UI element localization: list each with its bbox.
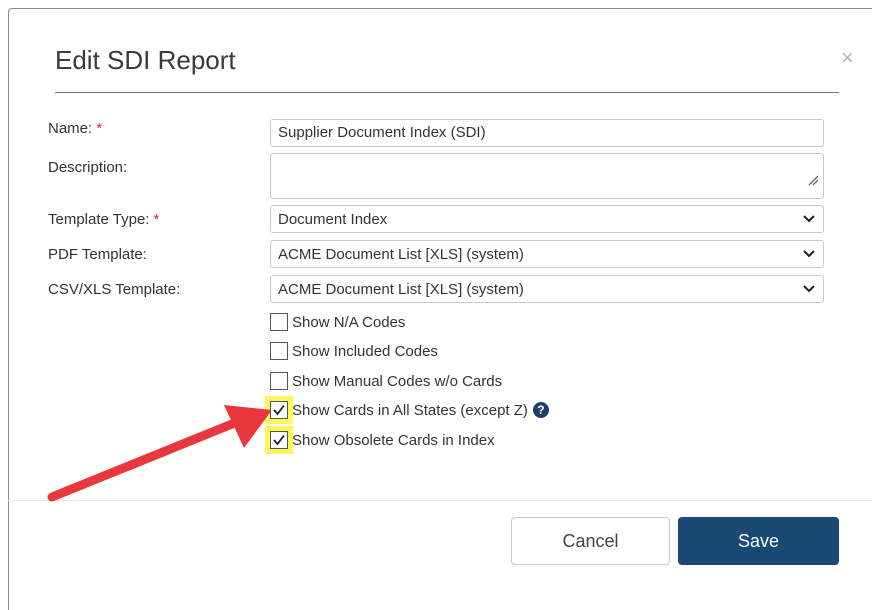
footer-area: Cancel Save: [8, 8, 872, 610]
checkbox[interactable]: [270, 313, 288, 331]
checkbox-box: [270, 401, 288, 419]
checkbox-checked[interactable]: [265, 396, 293, 424]
cancel-button[interactable]: Cancel: [511, 517, 670, 565]
check-icon: [273, 404, 285, 416]
checkbox[interactable]: [270, 342, 288, 360]
check-icon: [273, 434, 285, 446]
checkbox-box: [270, 342, 288, 360]
checkbox-checked[interactable]: [265, 426, 293, 454]
checkbox[interactable]: [270, 372, 288, 390]
footer-divider: [8, 500, 872, 501]
checkbox-box: [270, 313, 288, 331]
checkbox-box: [270, 431, 288, 449]
save-button[interactable]: Save: [678, 517, 839, 565]
checkbox-box: [270, 372, 288, 390]
